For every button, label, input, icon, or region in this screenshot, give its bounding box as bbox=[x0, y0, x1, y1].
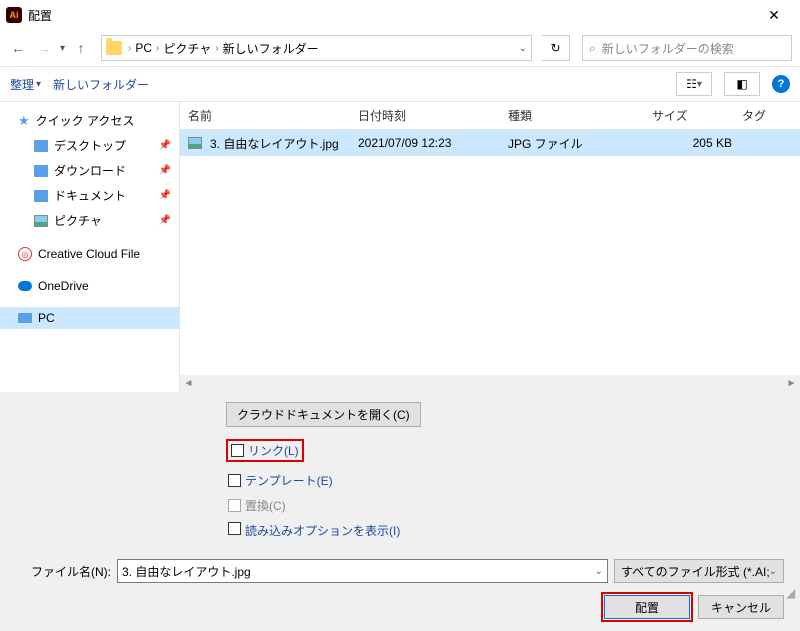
body-area: ★クイック アクセス デスクトップ📌 ダウンロード📌 ドキュメント📌 ピクチャ📌… bbox=[0, 102, 800, 392]
lower-panel: クラウドドキュメントを開く(C) リンク(L) テンプレート(E) 置換(C) … bbox=[0, 392, 800, 631]
file-size: 205 KB bbox=[652, 136, 742, 150]
image-file-icon bbox=[188, 137, 202, 149]
col-date[interactable]: 日付時刻 bbox=[358, 107, 508, 124]
filename-row: ファイル名(N): 3. 自由なレイアウト.jpg ⌄ すべてのファイル形式 (… bbox=[16, 559, 784, 583]
pictures-icon bbox=[34, 215, 48, 227]
up-button[interactable]: ↑ bbox=[71, 38, 91, 58]
scroll-right-icon[interactable]: ► bbox=[783, 375, 800, 392]
sidebar-item-creative-cloud[interactable]: ◎Creative Cloud File bbox=[0, 243, 179, 265]
desktop-icon bbox=[34, 140, 48, 152]
pin-icon: 📌 bbox=[159, 140, 171, 151]
import-options-option[interactable]: 読み込みオプションを表示(I) bbox=[226, 520, 406, 541]
path-dropdown[interactable]: ⌄ bbox=[519, 43, 527, 54]
sidebar-item-onedrive[interactable]: OneDrive bbox=[0, 275, 179, 297]
crumb-pictures[interactable]: ピクチャ bbox=[161, 40, 213, 57]
illustrator-icon: Ai bbox=[6, 7, 22, 23]
template-option[interactable]: テンプレート(E) bbox=[226, 470, 784, 491]
open-cloud-document-button[interactable]: クラウドドキュメントを開く(C) bbox=[226, 402, 421, 427]
button-row: 配置 キャンセル bbox=[16, 595, 784, 619]
back-button[interactable]: ← bbox=[8, 38, 28, 58]
col-tag[interactable]: タグ bbox=[742, 107, 800, 124]
sidebar: ★クイック アクセス デスクトップ📌 ダウンロード📌 ドキュメント📌 ピクチャ📌… bbox=[0, 102, 180, 392]
filetype-select[interactable]: すべてのファイル形式 (*.AI;*.AIT;*.PI ⌄ bbox=[614, 559, 784, 583]
downloads-icon bbox=[34, 165, 48, 177]
sidebar-item-pc[interactable]: PC bbox=[0, 307, 179, 329]
window-title: 配置 bbox=[28, 7, 754, 24]
checkbox-icon[interactable] bbox=[228, 474, 241, 487]
sidebar-item-desktop[interactable]: デスクトップ📌 bbox=[0, 133, 179, 158]
forward-button[interactable]: → bbox=[34, 38, 54, 58]
resize-grip-icon[interactable]: ◢ bbox=[786, 586, 798, 598]
col-size[interactable]: サイズ bbox=[652, 107, 742, 124]
filename-input[interactable]: 3. 自由なレイアウト.jpg ⌄ bbox=[117, 559, 608, 583]
search-input[interactable]: ⌕ 新しいフォルダーの検索 bbox=[582, 35, 792, 61]
sidebar-item-pictures[interactable]: ピクチャ📌 bbox=[0, 208, 179, 233]
toolbar: 整理▾ 新しいフォルダー ☷ ▾ ◧ ? bbox=[0, 66, 800, 102]
refresh-button[interactable]: ↻ bbox=[542, 35, 570, 61]
checkbox-icon[interactable] bbox=[228, 522, 241, 535]
crumb-pc[interactable]: PC bbox=[133, 41, 154, 55]
search-icon: ⌕ bbox=[589, 41, 596, 56]
chevron-down-icon[interactable]: ⌄ bbox=[595, 566, 603, 577]
creative-cloud-icon: ◎ bbox=[18, 247, 32, 261]
file-date: 2021/07/09 12:23 bbox=[358, 136, 508, 150]
sidebar-item-quick-access[interactable]: ★クイック アクセス bbox=[0, 108, 179, 133]
cancel-button[interactable]: キャンセル bbox=[698, 595, 784, 619]
column-headers: 名前 日付時刻 種類 サイズ タグ bbox=[180, 102, 800, 130]
scroll-left-icon[interactable]: ◄ bbox=[180, 375, 197, 392]
view-options-button[interactable]: ☷ ▾ bbox=[676, 72, 712, 96]
documents-icon bbox=[34, 190, 48, 202]
file-type: JPG ファイル bbox=[508, 135, 652, 152]
breadcrumb[interactable]: › PC › ピクチャ › 新しいフォルダー ⌄ bbox=[101, 35, 532, 61]
new-folder-button[interactable]: 新しいフォルダー bbox=[53, 76, 149, 93]
filename-label: ファイル名(N): bbox=[16, 563, 111, 580]
pc-icon bbox=[18, 313, 32, 323]
star-icon: ★ bbox=[18, 113, 30, 129]
crumb-folder[interactable]: 新しいフォルダー bbox=[221, 40, 321, 57]
help-button[interactable]: ? bbox=[772, 75, 790, 93]
pin-icon: 📌 bbox=[159, 190, 171, 201]
titlebar: Ai 配置 ✕ bbox=[0, 0, 800, 30]
organize-button[interactable]: 整理▾ bbox=[10, 76, 41, 93]
folder-icon bbox=[106, 41, 122, 55]
checkbox-icon[interactable] bbox=[231, 444, 244, 457]
close-button[interactable]: ✕ bbox=[754, 0, 794, 30]
file-row[interactable]: 3. 自由なレイアウト.jpg 2021/07/09 12:23 JPG ファイ… bbox=[180, 130, 800, 156]
col-name[interactable]: 名前 bbox=[188, 107, 358, 124]
sidebar-item-downloads[interactable]: ダウンロード📌 bbox=[0, 158, 179, 183]
search-placeholder: 新しいフォルダーの検索 bbox=[602, 40, 734, 57]
link-option[interactable]: リンク(L) bbox=[226, 439, 304, 462]
pin-icon: 📌 bbox=[159, 165, 171, 176]
checkbox-icon bbox=[228, 499, 241, 512]
horizontal-scrollbar[interactable]: ◄ ► bbox=[180, 375, 800, 392]
col-type[interactable]: 種類 bbox=[508, 107, 652, 124]
pin-icon: 📌 bbox=[159, 215, 171, 226]
nav-row: ← → ▾ ↑ › PC › ピクチャ › 新しいフォルダー ⌄ ↻ ⌕ 新しい… bbox=[0, 30, 800, 66]
replace-option: 置換(C) bbox=[226, 495, 784, 516]
file-pane: 名前 日付時刻 種類 サイズ タグ 3. 自由なレイアウト.jpg 2021/0… bbox=[180, 102, 800, 392]
onedrive-icon bbox=[18, 281, 32, 291]
history-dropdown[interactable]: ▾ bbox=[60, 43, 65, 54]
sidebar-item-documents[interactable]: ドキュメント📌 bbox=[0, 183, 179, 208]
chevron-down-icon: ⌄ bbox=[769, 566, 777, 577]
place-button[interactable]: 配置 bbox=[604, 595, 690, 619]
file-name: 3. 自由なレイアウト.jpg bbox=[210, 135, 339, 152]
preview-pane-button[interactable]: ◧ bbox=[724, 72, 760, 96]
